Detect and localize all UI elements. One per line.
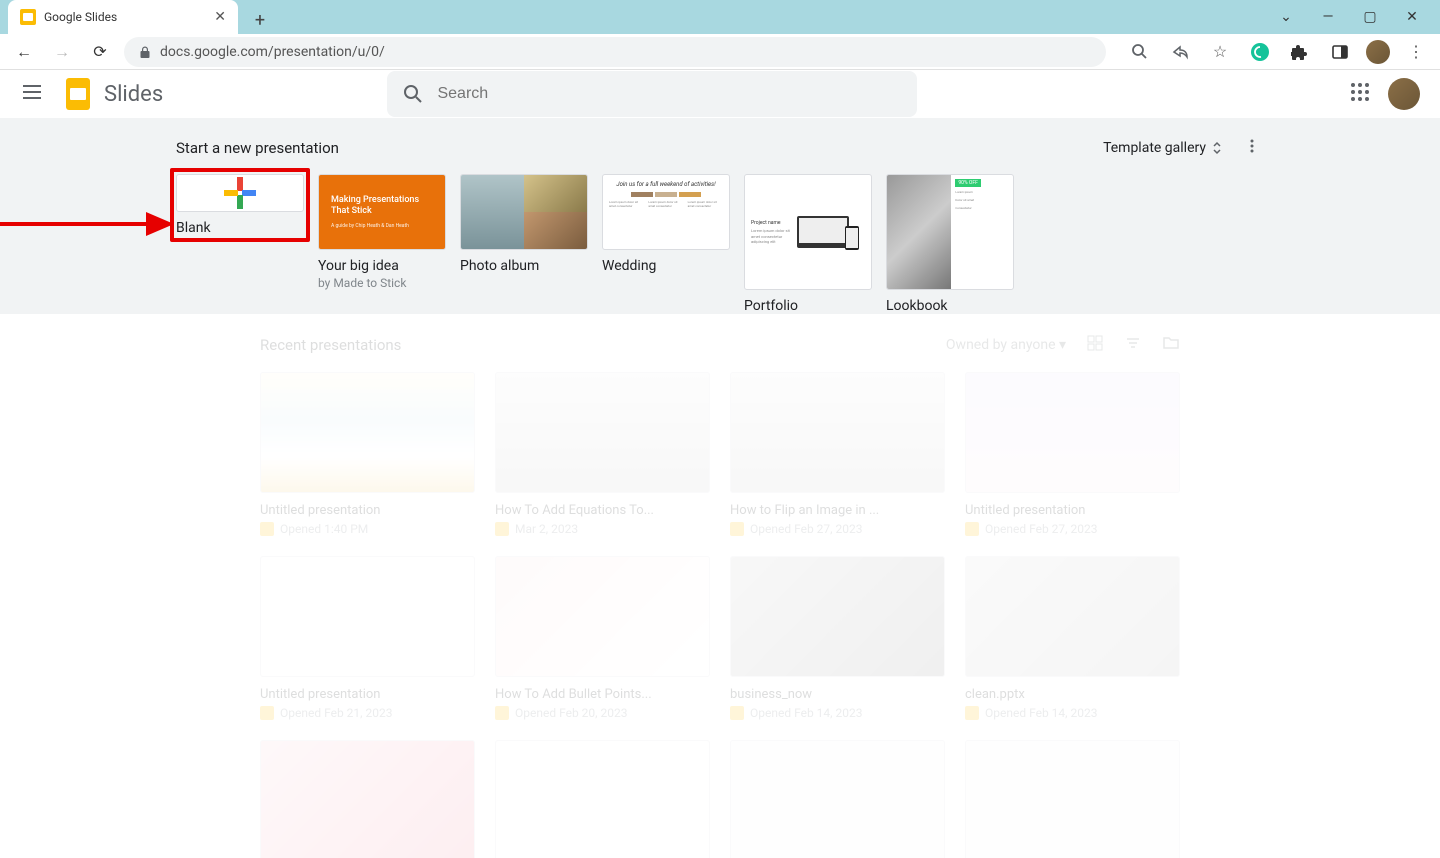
extensions-icon[interactable]	[1286, 38, 1314, 66]
app-header: Slides	[0, 70, 1440, 118]
browser-menu-icon[interactable]: ⋮	[1402, 38, 1430, 66]
template-sublabel: by Made to Stick	[318, 276, 446, 290]
recent-card[interactable]: Untitled presentationOpened Feb 21, 2023	[260, 556, 475, 720]
recent-card[interactable]: clean.pptxOpened Feb 14, 2023	[965, 556, 1180, 720]
sidepanel-icon[interactable]	[1326, 38, 1354, 66]
toolbar-right: ☆ ⋮	[1116, 38, 1430, 66]
template-portfolio[interactable]: Project nameLorem ipsum dolor sit amet c…	[744, 174, 872, 290]
big-idea-title: Making Presentations That Stick	[331, 195, 433, 217]
template-more-icon[interactable]	[1240, 134, 1264, 162]
template-lookbook[interactable]: 90% OFFLorem ipsumDolor sit ametConsecte…	[886, 174, 1014, 290]
recent-card[interactable]: How to Add Font on Goog...Opened Feb 6, …	[965, 740, 1180, 858]
template-big-idea[interactable]: Making Presentations That Stick A guide …	[318, 174, 446, 290]
template-label: Blank	[176, 220, 304, 236]
tab-strip: Google Slides ✕ + ⌄ — ▢ ✕	[0, 0, 1440, 34]
owned-by-filter[interactable]: Owned by anyone ▾	[946, 337, 1066, 353]
highlight-wrapper: Blank	[176, 174, 304, 290]
new-tab-button[interactable]: +	[246, 6, 274, 34]
browser-tab[interactable]: Google Slides ✕	[8, 0, 238, 34]
address-bar[interactable]: docs.google.com/presentation/u/0/	[124, 37, 1106, 67]
back-button[interactable]: ←	[10, 38, 38, 66]
plus-icon	[222, 175, 258, 211]
template-photo-album[interactable]: Photo album	[460, 174, 588, 290]
template-gallery-button[interactable]: Template gallery	[1097, 136, 1230, 160]
grid-view-icon[interactable]	[1086, 334, 1104, 356]
main-menu-icon[interactable]	[20, 80, 44, 108]
minimize-icon[interactable]: —	[1314, 3, 1342, 31]
grammarly-ext-icon[interactable]	[1246, 38, 1274, 66]
template-portfolio-thumb: Project nameLorem ipsum dolor sit amet c…	[744, 174, 872, 290]
recent-section: Recent presentations Owned by anyone ▾ U…	[0, 314, 1440, 858]
reload-button[interactable]: ⟳	[86, 38, 114, 66]
tab-title: Google Slides	[44, 10, 117, 24]
google-apps-icon[interactable]	[1350, 82, 1370, 106]
search-bar[interactable]	[387, 71, 917, 117]
template-blank-thumb	[176, 174, 304, 212]
template-row: Blank Making Presentations That Stick A …	[176, 174, 1264, 290]
share-icon[interactable]	[1166, 38, 1194, 66]
zoom-icon[interactable]	[1126, 38, 1154, 66]
slides-logo[interactable]: Slides	[60, 76, 163, 112]
forward-button[interactable]: →	[48, 38, 76, 66]
url-text: docs.google.com/presentation/u/0/	[160, 44, 385, 60]
recent-title: Recent presentations	[260, 336, 401, 354]
template-section-title: Start a new presentation	[176, 139, 339, 157]
window-controls: ⌄ — ▢ ✕	[1272, 0, 1440, 34]
template-photo-thumb	[460, 174, 588, 250]
wedding-title: Join us for a full weekend of activities…	[609, 181, 723, 188]
recent-card[interactable]: Untitled presentationOpened 1:40 PM	[260, 372, 475, 536]
browser-chrome: Google Slides ✕ + ⌄ — ▢ ✕ ← → ⟳ docs.goo…	[0, 0, 1440, 70]
template-label: Portfolio	[744, 298, 872, 314]
recent-header: Recent presentations Owned by anyone ▾	[260, 334, 1180, 356]
account-avatar[interactable]	[1388, 78, 1420, 110]
template-label: Wedding	[602, 258, 730, 274]
template-blank[interactable]: Blank	[176, 174, 304, 236]
folder-icon[interactable]	[1162, 334, 1180, 356]
template-label: Lookbook	[886, 298, 1014, 314]
recent-card[interactable]: Untitled presentationOpened Feb 7, 2023	[495, 740, 710, 858]
template-label: Your big idea	[318, 258, 446, 274]
bookmark-icon[interactable]: ☆	[1206, 38, 1234, 66]
recent-card[interactable]: business_nowOpened Feb 14, 2023	[730, 556, 945, 720]
unfold-icon	[1210, 141, 1224, 155]
template-section: Start a new presentation Template galler…	[0, 118, 1440, 314]
close-tab-icon[interactable]: ✕	[214, 9, 226, 25]
sort-icon[interactable]	[1124, 334, 1142, 356]
recent-grid: Untitled presentationOpened 1:40 PM How …	[260, 372, 1180, 858]
slides-logo-icon	[60, 76, 96, 112]
close-window-icon[interactable]: ✕	[1398, 3, 1426, 31]
recent-card[interactable]: How to Add Google Slides...Opened Feb 7,…	[730, 740, 945, 858]
header-right	[1350, 78, 1420, 110]
template-big-idea-thumb: Making Presentations That Stick A guide …	[318, 174, 446, 250]
recent-card[interactable]: How to Flip an Image in ...Opened Feb 27…	[730, 372, 945, 536]
recent-card[interactable]: How To Customized a Po...Opened Feb 7, 2…	[260, 740, 475, 858]
highlight-box: Blank	[170, 168, 310, 242]
template-gallery-label: Template gallery	[1103, 140, 1206, 156]
big-idea-sub: A guide by Chip Heath & Dan Heath	[331, 223, 433, 229]
template-lookbook-thumb: 90% OFFLorem ipsumDolor sit ametConsecte…	[886, 174, 1014, 290]
maximize-icon[interactable]: ▢	[1356, 3, 1384, 31]
search-icon	[403, 84, 423, 104]
app-name: Slides	[104, 82, 163, 107]
template-wedding[interactable]: Join us for a full weekend of activities…	[602, 174, 730, 290]
annotation-arrow	[0, 204, 176, 244]
portfolio-title: Project name	[751, 220, 791, 227]
template-wedding-thumb: Join us for a full weekend of activities…	[602, 174, 730, 250]
dropdown-tabs-icon[interactable]: ⌄	[1272, 3, 1300, 31]
template-label: Photo album	[460, 258, 588, 274]
recent-card[interactable]: How To Add Equations To...Mar 2, 2023	[495, 372, 710, 536]
recent-card[interactable]: Untitled presentationOpened Feb 27, 2023	[965, 372, 1180, 536]
search-input[interactable]	[437, 85, 901, 103]
recent-card[interactable]: How To Add Bullet Points...Opened Feb 20…	[495, 556, 710, 720]
template-header: Start a new presentation Template galler…	[176, 134, 1264, 162]
slides-favicon	[20, 9, 36, 25]
browser-profile-avatar[interactable]	[1366, 40, 1390, 64]
lookbook-badge: 90% OFF	[955, 179, 981, 187]
lock-icon	[138, 45, 152, 59]
browser-toolbar: ← → ⟳ docs.google.com/presentation/u/0/ …	[0, 34, 1440, 70]
